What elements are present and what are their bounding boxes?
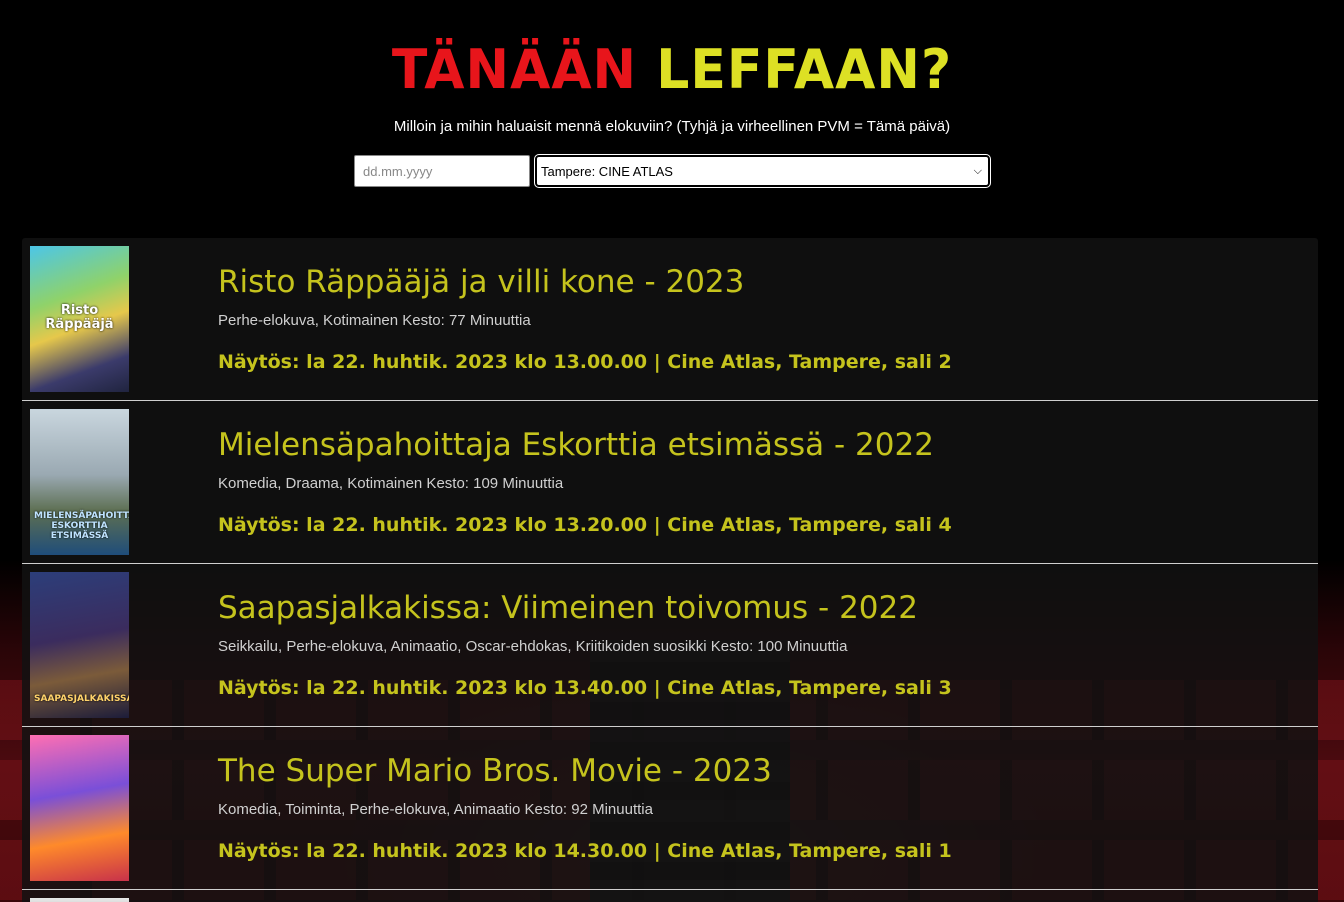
movie-title[interactable]: Mielensäpahoittaja Eskorttia etsimässä -…	[218, 425, 1298, 465]
movie-card[interactable]: MIELENSÄPAHOITTAJA ESKORTTIA ETSIMÄSSÄ M…	[22, 401, 1318, 564]
title-word-yellow: LEFFAAN?	[656, 38, 953, 102]
movie-card[interactable]: SAAPASJALKAKISSA Saapasjalkakissa: Viime…	[22, 564, 1318, 727]
movie-card[interactable]	[22, 890, 1318, 902]
movie-showtime: Näytös: la 22. huhtik. 2023 klo 13.20.00…	[218, 514, 952, 536]
movie-poster[interactable]	[30, 898, 129, 902]
subtitle: Milloin ja mihin haluaisit mennä elokuvi…	[393, 118, 951, 135]
movie-card[interactable]: The Super Mario Bros. Movie - 2023 Komed…	[22, 727, 1318, 890]
search-controls: Tampere: CINE ATLAS ⌵	[0, 154, 1344, 188]
movie-meta: Komedia, Draama, Kotimainen Kesto: 109 M…	[218, 475, 564, 492]
movie-title[interactable]: Saapasjalkakissa: Viimeinen toivomus - 2…	[218, 588, 1298, 628]
movie-card[interactable]: Risto Räppääjä Risto Räppääjä ja villi k…	[22, 238, 1318, 401]
poster-title-art: Risto Räppääjä	[45, 303, 114, 332]
movie-showtime: Näytös: la 22. huhtik. 2023 klo 13.40.00…	[218, 677, 952, 699]
movie-title[interactable]: Risto Räppääjä ja villi kone - 2023	[218, 262, 1298, 302]
movie-meta: Seikkailu, Perhe-elokuva, Animaatio, Osc…	[218, 638, 848, 655]
movie-poster[interactable]: Risto Räppääjä	[30, 246, 129, 392]
chevron-down-icon: ⌵	[973, 164, 982, 177]
theater-select[interactable]: Tampere: CINE ATLAS ⌵	[534, 154, 991, 188]
movie-meta: Perhe-elokuva, Kotimainen Kesto: 77 Minu…	[218, 312, 531, 329]
movie-poster[interactable]: SAAPASJALKAKISSA	[30, 572, 129, 718]
theater-select-value: Tampere: CINE ATLAS	[541, 163, 673, 179]
page-title: TÄNÄÄN LEFFAAN?	[0, 0, 1344, 103]
movie-meta: Komedia, Toiminta, Perhe-elokuva, Animaa…	[218, 801, 653, 818]
movie-showtime: Näytös: la 22. huhtik. 2023 klo 13.00.00…	[218, 351, 952, 373]
page-header: TÄNÄÄN LEFFAAN? Milloin ja mihin haluais…	[0, 0, 1344, 188]
movie-list: Risto Räppääjä Risto Räppääjä ja villi k…	[22, 238, 1318, 902]
movie-title[interactable]: The Super Mario Bros. Movie - 2023	[218, 751, 1298, 791]
poster-title-art: SAAPASJALKAKISSA	[34, 694, 129, 704]
movie-poster[interactable]	[30, 735, 129, 881]
page: TÄNÄÄN LEFFAAN? Milloin ja mihin haluais…	[0, 0, 1344, 902]
movie-poster[interactable]: MIELENSÄPAHOITTAJA ESKORTTIA ETSIMÄSSÄ	[30, 409, 129, 555]
movie-showtime: Näytös: la 22. huhtik. 2023 klo 14.30.00…	[218, 840, 952, 862]
poster-title-art: MIELENSÄPAHOITTAJA ESKORTTIA ETSIMÄSSÄ	[34, 511, 129, 541]
title-word-red: TÄNÄÄN	[391, 38, 638, 102]
date-input[interactable]	[354, 155, 530, 187]
